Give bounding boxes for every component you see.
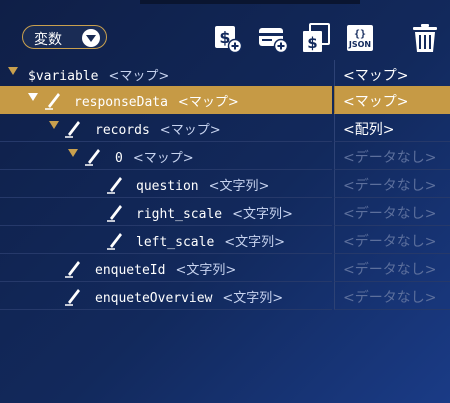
pencil-icon[interactable] xyxy=(106,230,124,250)
tree-row-name-cell: 0 <マップ> xyxy=(0,142,332,170)
variable-type: <文字列> xyxy=(232,207,293,222)
variable-value: <マップ> xyxy=(343,94,409,110)
variable-name: right_scale xyxy=(136,207,223,222)
variable-name: $variable xyxy=(28,69,99,84)
variable-name: enqueteOverview xyxy=(95,291,213,306)
expand-toggle-icon[interactable] xyxy=(49,121,59,129)
variable-name: responseData xyxy=(74,95,168,110)
variable-value: <データなし> xyxy=(343,178,437,194)
scope-dropdown-label: 変数 xyxy=(34,32,62,48)
pencil-icon[interactable] xyxy=(106,202,124,222)
toolbar: 変数 $ $ {} JSON xyxy=(0,0,450,62)
tree-row-value-cell[interactable]: <マップ> xyxy=(334,60,450,88)
variable-name: records xyxy=(95,123,150,138)
tree-row-value-cell[interactable]: <配列> xyxy=(334,114,450,142)
tree-row-name-cell: enqueteOverview <文字列> xyxy=(0,282,332,310)
add-object-button[interactable] xyxy=(257,22,289,54)
pencil-icon[interactable] xyxy=(44,90,62,110)
svg-text:$: $ xyxy=(307,34,317,52)
variable-name: 0 xyxy=(115,151,123,166)
variable-type: <文字列> xyxy=(222,291,284,306)
chevron-down-icon xyxy=(82,29,100,47)
json-button[interactable]: {} JSON xyxy=(344,22,376,54)
variable-name: left_scale xyxy=(136,235,215,250)
tree-row-value-cell[interactable]: <マップ> xyxy=(334,86,450,114)
variable-value: <データなし> xyxy=(343,262,437,278)
json-icon: {} JSON xyxy=(347,25,373,51)
tree-row-value-cell[interactable]: <データなし> xyxy=(334,170,450,198)
trash-icon xyxy=(413,24,437,52)
tree-row[interactable]: right_scale <文字列> <データなし> xyxy=(0,198,450,226)
variable-type: <文字列> xyxy=(208,179,270,194)
card-add-icon xyxy=(259,28,289,54)
variable-name: enqueteId xyxy=(95,263,166,278)
tree-row-name-cell: right_scale <文字列> xyxy=(0,198,332,226)
variable-value: <データなし> xyxy=(343,290,437,306)
tree-row-name-cell: $variable <マップ> xyxy=(0,60,332,88)
json-icon-label: JSON xyxy=(348,40,371,49)
tree-row-value-cell[interactable]: <データなし> xyxy=(334,198,450,226)
pencil-icon[interactable] xyxy=(64,258,82,278)
tree-row[interactable]: left_scale <文字列> <データなし> xyxy=(0,226,450,254)
delete-button[interactable] xyxy=(409,22,441,54)
tree-row[interactable]: 0 <マップ> <データなし> xyxy=(0,142,450,170)
tree-row-name-cell: question <文字列> xyxy=(0,170,332,198)
tree-row-name-cell: records <マップ> xyxy=(0,114,332,142)
tree-row[interactable]: question <文字列> <データなし> xyxy=(0,170,450,198)
tree-row-value-cell[interactable]: <データなし> xyxy=(334,226,450,254)
pencil-icon[interactable] xyxy=(84,146,102,166)
tree-row-name-cell: responseData <マップ> xyxy=(0,86,332,114)
variable-type: <文字列> xyxy=(175,263,237,278)
tree-row-name-cell: enqueteId <文字列> xyxy=(0,254,332,282)
variable-type: <マップ> xyxy=(177,95,239,110)
pencil-icon[interactable] xyxy=(64,118,82,138)
variable-type: <文字列> xyxy=(224,235,286,250)
expand-toggle-icon[interactable] xyxy=(28,93,38,101)
tree-row[interactable]: enqueteOverview <文字列> <データなし> xyxy=(0,282,450,310)
pencil-icon[interactable] xyxy=(64,286,82,306)
tree-row-value-cell[interactable]: <データなし> xyxy=(334,282,450,310)
variable-type: <マップ> xyxy=(159,123,221,138)
tree-row-name-cell: left_scale <文字列> xyxy=(0,226,332,254)
variable-value: <データなし> xyxy=(343,206,437,222)
add-variable-button[interactable]: $ xyxy=(212,22,244,54)
tree-row[interactable]: enqueteId <文字列> <データなし> xyxy=(0,254,450,282)
variable-value: <配列> xyxy=(343,122,395,138)
tree-row-value-cell[interactable]: <データなし> xyxy=(334,254,450,282)
tree-row[interactable]: $variable <マップ> <マップ> xyxy=(0,60,450,88)
copy-dollar-icon: $ xyxy=(303,23,330,52)
top-divider xyxy=(140,0,360,4)
pencil-icon[interactable] xyxy=(106,174,124,194)
expand-toggle-icon[interactable] xyxy=(8,67,18,75)
variable-value: <データなし> xyxy=(343,234,437,250)
dollar-add-icon: $ xyxy=(215,26,243,54)
tree-row-selected[interactable]: responseData <マップ> <マップ> xyxy=(0,86,450,114)
tree-row-value-cell[interactable]: <データなし> xyxy=(334,142,450,170)
svg-text:{}: {} xyxy=(354,29,366,40)
variable-type: <マップ> xyxy=(132,151,194,166)
variable-type: <マップ> xyxy=(108,69,170,84)
tree-row[interactable]: records <マップ> <配列> xyxy=(0,114,450,142)
variable-value: <マップ> xyxy=(343,68,409,84)
variable-name: question xyxy=(136,179,199,194)
variable-value: <データなし> xyxy=(343,150,437,166)
scope-dropdown[interactable]: 変数 xyxy=(22,25,107,49)
expand-toggle-icon[interactable] xyxy=(68,149,78,157)
copy-variable-button[interactable]: $ xyxy=(300,22,332,54)
